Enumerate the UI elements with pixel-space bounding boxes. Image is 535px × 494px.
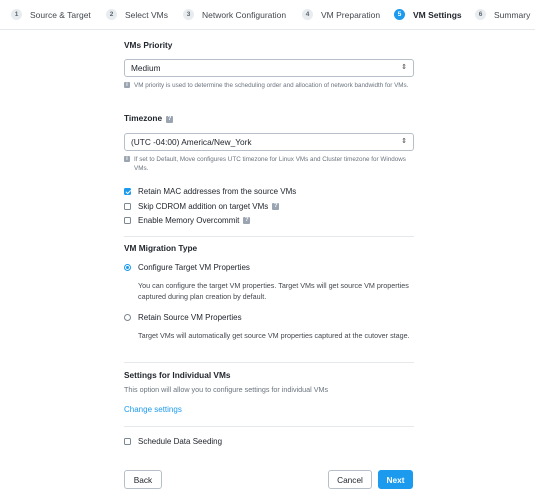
timezone-title: Timezone? [124, 113, 174, 123]
vm-priority-title: VMs Priority [124, 40, 173, 50]
checkbox[interactable] [124, 438, 131, 445]
schedule-seeding-label: Schedule Data Seeding [138, 437, 223, 446]
timezone-hint: i If set to Default, Move configures UTC… [124, 155, 414, 173]
retain-mac-label: Retain MAC addresses from the source VMs [138, 187, 297, 196]
back-button[interactable]: Back [124, 470, 162, 489]
checkbox[interactable] [124, 217, 131, 224]
schedule-seeding-checkbox[interactable]: Schedule Data Seeding [124, 437, 222, 446]
timezone-select[interactable]: (UTC -04:00) America/New_York ⇕ [124, 133, 414, 151]
skip-cdrom-checkbox[interactable]: Skip CDROM addition on target VMs? [124, 202, 280, 211]
configure-target-desc: You can configure the target VM properti… [138, 281, 409, 301]
info-icon: i [124, 156, 130, 162]
help-icon[interactable]: ? [243, 217, 251, 224]
checkbox-checked[interactable] [124, 188, 131, 195]
step-label: Select VMs [125, 9, 168, 20]
step-label: VM Settings [413, 9, 462, 20]
info-icon: i [124, 82, 130, 88]
memory-overcommit-label: Enable Memory Overcommit [138, 216, 240, 225]
step-number: 3 [183, 9, 194, 20]
retain-source-desc: Target VMs will automatically get source… [138, 331, 410, 340]
help-icon[interactable]: ? [166, 116, 174, 123]
radio[interactable] [124, 314, 131, 321]
cancel-button[interactable]: Cancel [328, 470, 372, 489]
step-number: 6 [475, 9, 486, 20]
step-select-vms[interactable]: 2 Select VMs [106, 9, 168, 20]
individual-settings-desc: This option will allow you to configure … [124, 385, 329, 394]
timezone-hint-text: If set to Default, Move configures UTC t… [134, 156, 406, 172]
skip-cdrom-label: Skip CDROM addition on target VMs [138, 202, 269, 211]
step-number: 1 [11, 9, 22, 20]
change-settings-link[interactable]: Change settings [124, 405, 182, 414]
step-vm-preparation[interactable]: 4 VM Preparation [302, 9, 380, 20]
select-caret-icon: ⇕ [401, 138, 407, 145]
step-number: 2 [106, 9, 117, 20]
retain-source-label: Retain Source VM Properties [138, 313, 242, 322]
step-label: Network Configuration [202, 9, 287, 20]
vm-priority-hint-text: VM priority is used to determine the sch… [134, 82, 409, 89]
retain-mac-checkbox[interactable]: Retain MAC addresses from the source VMs [124, 187, 296, 196]
step-network-configuration[interactable]: 3 Network Configuration [183, 9, 286, 20]
step-vm-settings[interactable]: 5 VM Settings [394, 9, 462, 20]
step-number: 4 [302, 9, 313, 20]
step-summary[interactable]: 6 Summary [475, 9, 530, 20]
individual-settings-title: Settings for Individual VMs [124, 370, 231, 380]
vm-priority-value: Medium [131, 63, 161, 73]
timezone-title-text: Timezone [124, 113, 163, 123]
step-source-target[interactable]: 1 Source & Target [11, 9, 91, 20]
step-number: 5 [394, 9, 405, 20]
next-button[interactable]: Next [378, 470, 413, 489]
checkbox[interactable] [124, 203, 131, 210]
divider [124, 236, 414, 237]
wizard-stepper: 1 Source & Target 2 Select VMs 3 Network… [0, 0, 535, 30]
vm-priority-hint: i VM priority is used to determine the s… [124, 81, 414, 90]
step-label: Source & Target [30, 9, 91, 20]
radio-selected[interactable] [124, 264, 131, 271]
timezone-value: (UTC -04:00) America/New_York [131, 137, 252, 147]
divider [124, 426, 414, 427]
retain-source-radio[interactable]: Retain Source VM Properties [124, 313, 242, 322]
help-icon[interactable]: ? [272, 203, 280, 210]
memory-overcommit-checkbox[interactable]: Enable Memory Overcommit? [124, 216, 251, 225]
step-label: VM Preparation [321, 9, 381, 20]
configure-target-label: Configure Target VM Properties [138, 263, 250, 272]
configure-target-radio[interactable]: Configure Target VM Properties [124, 263, 250, 272]
vm-priority-select[interactable]: Medium ⇕ [124, 59, 414, 77]
migration-type-title: VM Migration Type [124, 243, 198, 253]
step-label: Summary [494, 9, 531, 20]
divider [124, 362, 414, 363]
select-caret-icon: ⇕ [401, 64, 407, 71]
